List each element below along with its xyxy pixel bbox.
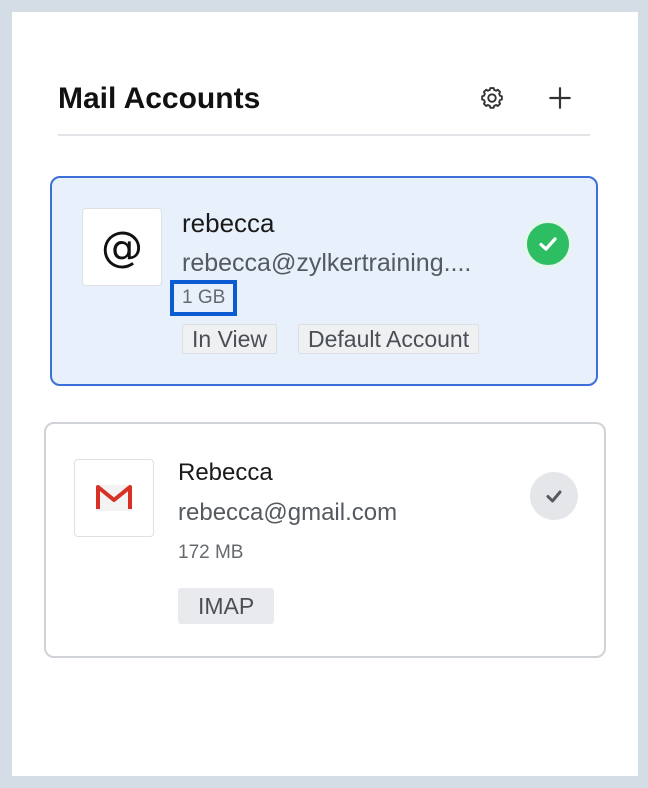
- gmail-icon: [96, 485, 132, 511]
- plus-icon: [549, 87, 571, 109]
- account-name: Rebecca: [178, 459, 273, 486]
- add-account-button[interactable]: [542, 80, 578, 116]
- mail-accounts-panel: Mail Accounts @ rebecca rebecca@zylkertr…: [12, 12, 638, 776]
- account-storage-size: 1 GB: [170, 280, 238, 316]
- account-select-toggle[interactable]: [530, 472, 578, 520]
- at-sign-icon: @: [101, 222, 143, 271]
- settings-button[interactable]: [474, 80, 510, 116]
- account-card-gmail[interactable]: Rebecca rebecca@gmail.com 172 MB IMAP: [44, 422, 606, 658]
- check-icon: [539, 237, 557, 251]
- tag-imap: IMAP: [178, 588, 275, 624]
- check-icon: [546, 490, 562, 503]
- account-avatar: @: [82, 208, 162, 286]
- account-storage-size: 172 MB: [178, 542, 244, 563]
- tag-default-account: Default Account: [298, 324, 480, 354]
- account-email: rebecca@zylkertraining....: [182, 249, 472, 277]
- account-avatar: [74, 459, 154, 537]
- panel-header: Mail Accounts: [58, 78, 590, 136]
- account-selected-toggle[interactable]: [524, 220, 572, 268]
- account-name: rebecca: [182, 208, 275, 238]
- account-email: rebecca@gmail.com: [178, 499, 398, 526]
- gear-icon: [481, 87, 503, 109]
- account-card-zylker[interactable]: @ rebecca rebecca@zylkertraining.... 1 G…: [50, 176, 598, 386]
- page-title: Mail Accounts: [58, 82, 261, 115]
- tag-in-view: In View: [182, 324, 278, 354]
